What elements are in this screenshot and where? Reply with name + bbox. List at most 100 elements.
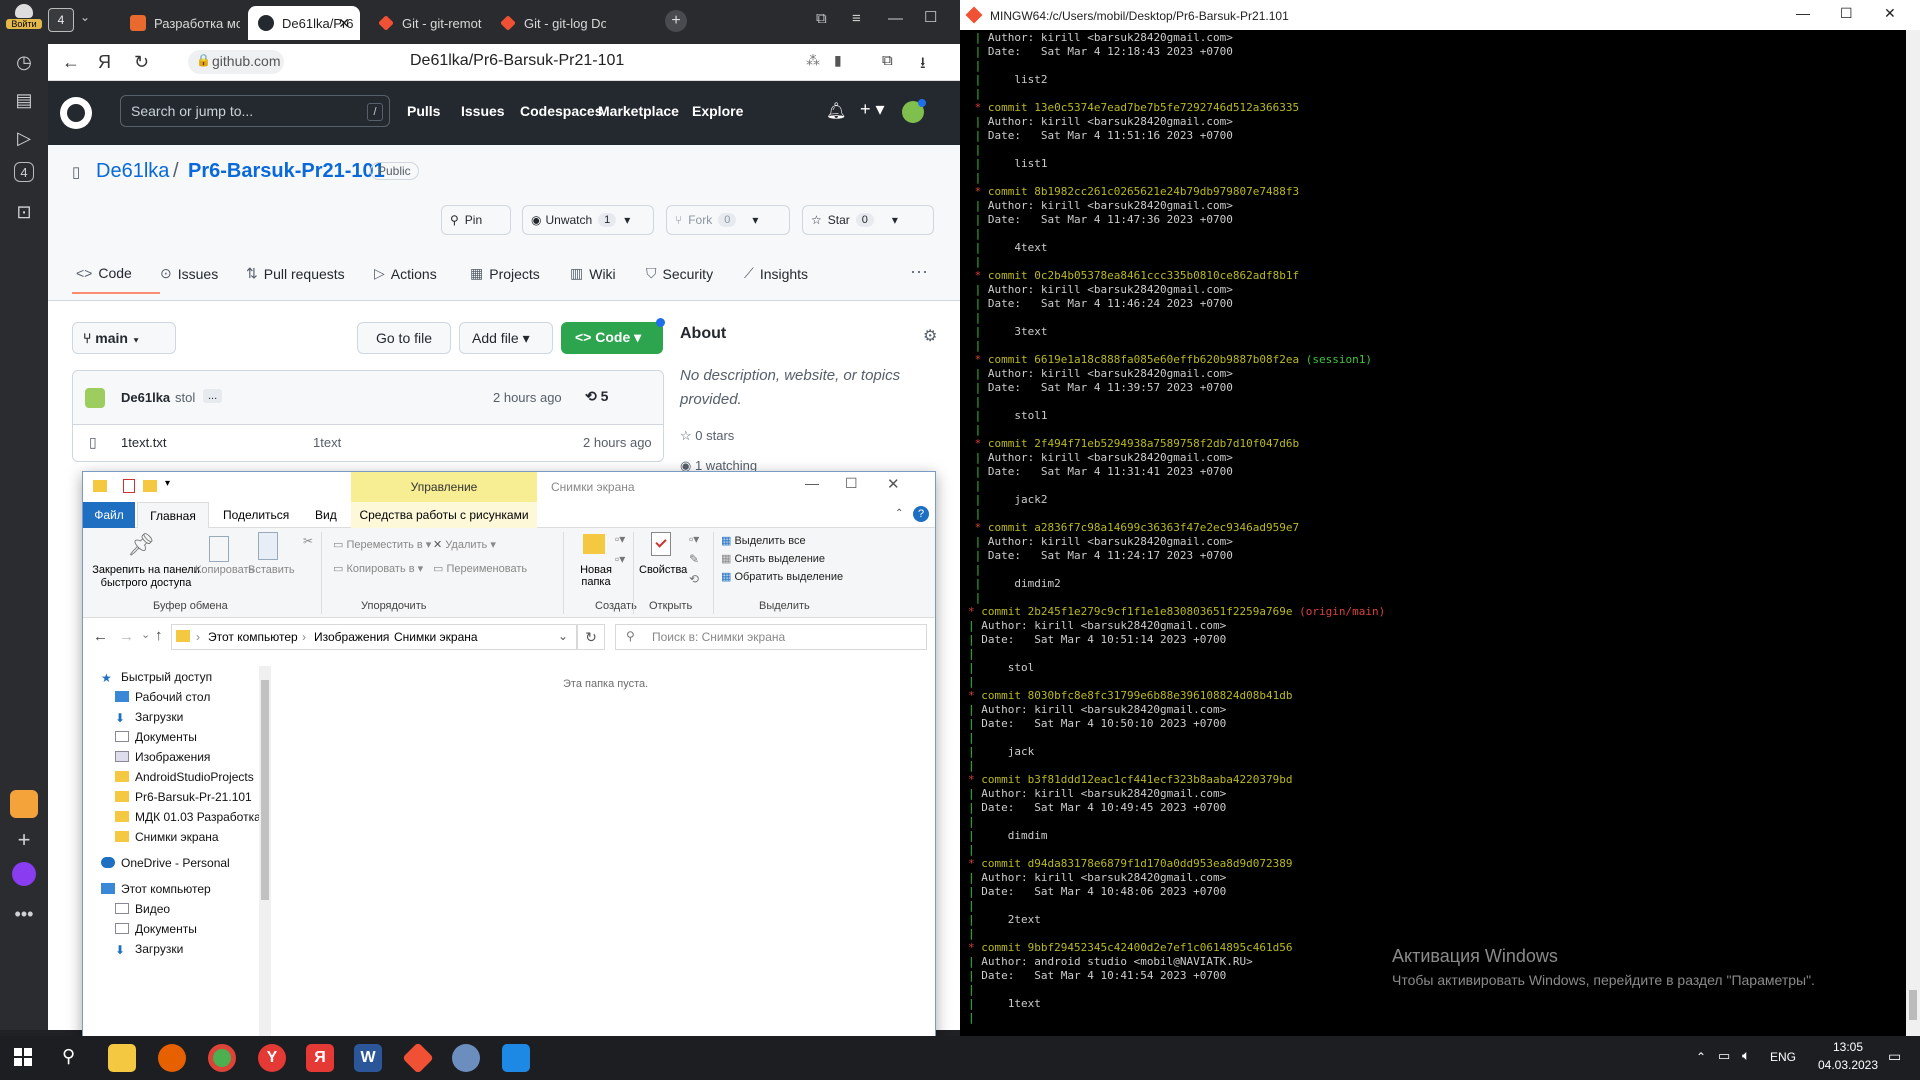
translate-icon[interactable]: ⁂ [806, 52, 820, 69]
downloads-icon[interactable]: ⭳ [920, 52, 926, 79]
nav-marketplace[interactable]: Marketplace [598, 103, 679, 119]
tree-scrollbar[interactable] [259, 666, 271, 1044]
branch-select-button[interactable]: ⑂ main ▾ [72, 322, 176, 354]
maximize-icon[interactable]: ☐ [1840, 5, 1853, 22]
easy-access-icon[interactable]: ▫▾ [615, 552, 625, 566]
tree-pictures[interactable]: Изображения [115, 750, 210, 764]
file-commit-message[interactable]: 1text [313, 435, 341, 450]
file-name[interactable]: 1text.txt [121, 435, 167, 450]
add-icon[interactable]: + [10, 826, 38, 854]
yandex-icon[interactable]: Я [306, 1044, 334, 1072]
fork-button[interactable]: ⑂ Fork 0 ▾ [666, 205, 790, 235]
recent-locations-chevron-icon[interactable]: ⌄ [141, 628, 150, 641]
more-tabs-icon[interactable]: ··· [910, 261, 928, 282]
minimize-icon[interactable]: — [1796, 5, 1810, 21]
tree-folder[interactable]: Снимки экрана [115, 830, 219, 844]
tab-0[interactable]: Разработка мо [120, 6, 240, 40]
help-icon[interactable]: ? [913, 506, 929, 522]
app-icon[interactable] [502, 1044, 530, 1072]
tray-chevron-icon[interactable]: ⌃ [1696, 1050, 1706, 1064]
minimize-icon[interactable]: — [805, 475, 819, 491]
open-icon[interactable]: ▫▾ [689, 532, 699, 546]
github-logo-icon[interactable] [60, 97, 92, 129]
invert-selection-button[interactable]: ▦ Обратить выделение [721, 570, 843, 583]
history-icon[interactable]: ⟲ [689, 572, 699, 586]
collections-icon[interactable]: ⧉ [882, 52, 893, 69]
ribbon-tab-view[interactable]: Вид [315, 508, 337, 522]
tree-downloads[interactable]: ⬇ Загрузки [115, 710, 183, 725]
select-none-button[interactable]: ▦ Снять выделение [721, 552, 825, 565]
close-icon[interactable]: ✕ [1884, 5, 1896, 22]
tree-folder[interactable]: AndroidStudioProjects [115, 770, 254, 784]
mail-app-icon[interactable] [10, 790, 38, 818]
forward-arrow-icon[interactable]: → [119, 628, 134, 645]
explorer-search-input[interactable]: ⚲ Поиск в: Снимки экрана [615, 624, 927, 650]
close-tab-icon[interactable]: ✕ [338, 15, 350, 32]
language-indicator[interactable]: ENG [1770, 1050, 1796, 1064]
tree-desktop[interactable]: Рабочий стол [115, 690, 210, 704]
reload-icon[interactable]: ↻ [134, 52, 149, 73]
cut-icon[interactable]: ✂ [303, 534, 313, 548]
network-icon[interactable]: ▭ [1718, 1048, 1730, 1064]
more-icon[interactable]: ••• [10, 900, 38, 928]
maximize-icon[interactable]: ☐ [924, 8, 937, 26]
address-dropdown-chevron-icon[interactable]: ⌄ [558, 629, 568, 643]
windows-start-icon[interactable] [14, 1048, 32, 1066]
code-button[interactable]: <> Code ▾ [561, 322, 663, 354]
tab-security[interactable]: ⛉ Security [646, 265, 713, 282]
github-search-input[interactable]: Search or jump to... / [120, 95, 390, 127]
star-button[interactable]: ☆ Star 0 ▾ [802, 205, 934, 235]
about-settings-gear-icon[interactable]: ⚙ [923, 326, 937, 346]
tab-insights[interactable]: ⟋ Insights [744, 265, 808, 282]
copy-button[interactable]: Копировать [195, 564, 254, 576]
go-to-file-button[interactable]: Go to file [357, 322, 451, 354]
search-icon[interactable]: ⚲ [62, 1046, 75, 1067]
repo-owner-link[interactable]: De61lka [96, 160, 169, 183]
file-row[interactable]: ▯ 1text.txt 1text 2 hours ago [73, 425, 663, 461]
chrome-icon[interactable] [208, 1044, 236, 1072]
tab-github[interactable]: De61lka/Pr6 ✕ [248, 6, 360, 40]
yandex-icon[interactable]: Я [98, 52, 111, 73]
copy-to-button[interactable]: ▭ Копировать в ▾ [333, 562, 423, 575]
url-page-title[interactable]: De61lka/Pr6-Barsuk-Pr21-101 [410, 52, 624, 70]
rename-button[interactable]: ▭ Переименовать [433, 562, 527, 575]
notifications-icon[interactable]: ▭ [1888, 1048, 1901, 1065]
nav-issues[interactable]: Issues [461, 103, 505, 119]
pin-to-quick-access-button[interactable]: Закрепить на панели быстрого доступа [89, 564, 203, 590]
tab-actions[interactable]: ▷ Actions [374, 265, 437, 282]
stars-link[interactable]: ☆ 0 stars [680, 428, 734, 444]
commit-message[interactable]: stol [175, 390, 195, 405]
add-file-button[interactable]: Add file ▾ [459, 322, 553, 354]
login-button[interactable]: Войти [6, 4, 42, 32]
tab-wiki[interactable]: ▥ Wiki [570, 265, 616, 282]
breadcrumb-pictures[interactable]: Изображения [314, 630, 389, 644]
maximize-icon[interactable]: ☐ [845, 475, 858, 492]
tab-pull-requests[interactable]: ⇅ Pull requests [246, 265, 345, 282]
bookmark-panel-icon[interactable]: ⧉ [816, 10, 827, 27]
commit-author[interactable]: De61lka [121, 390, 170, 405]
tree-onedrive[interactable]: OneDrive - Personal [101, 856, 230, 870]
new-tab-button[interactable]: + [665, 10, 687, 32]
address-breadcrumb[interactable]: › Этот компьютер › Изображения › Снимки … [171, 624, 577, 650]
play-icon[interactable]: ▷ [10, 124, 38, 152]
manage-context-tab[interactable]: Управление [351, 472, 537, 502]
tree-folder[interactable]: Pr6-Barsuk-Pr-21.101 [115, 790, 252, 804]
tree-folder[interactable]: МДК 01.03 Разработка [115, 810, 261, 824]
new-folder-quick-icon[interactable] [143, 480, 157, 492]
avatar[interactable] [85, 388, 105, 408]
tree-documents[interactable]: Документы [115, 730, 197, 744]
tab-3[interactable]: Git - git-log Do [490, 6, 606, 40]
bookmark-icon[interactable]: ▮ [834, 52, 842, 69]
ribbon-tab-picture-tools[interactable]: Средства работы с рисунками [351, 502, 537, 528]
new-item-icon[interactable]: ▫▾ [615, 532, 625, 546]
ribbon-tab-file[interactable]: Файл [83, 502, 135, 528]
clock-time[interactable]: 13:05 [1820, 1040, 1876, 1054]
collapse-ribbon-icon[interactable]: ⌃ [895, 508, 903, 519]
terminal-output[interactable]: | Author: kirill <barsuk28420gmail.com> … [968, 31, 1898, 1036]
alice-icon[interactable] [12, 862, 36, 886]
collections-icon[interactable]: ▤ [10, 86, 38, 114]
tab-issues[interactable]: ⊙ Issues [160, 265, 218, 282]
tab-2[interactable]: Git - git-remot [368, 6, 484, 40]
ribbon-tab-home[interactable]: Главная [137, 502, 209, 529]
back-arrow-icon[interactable]: ← [93, 628, 108, 645]
